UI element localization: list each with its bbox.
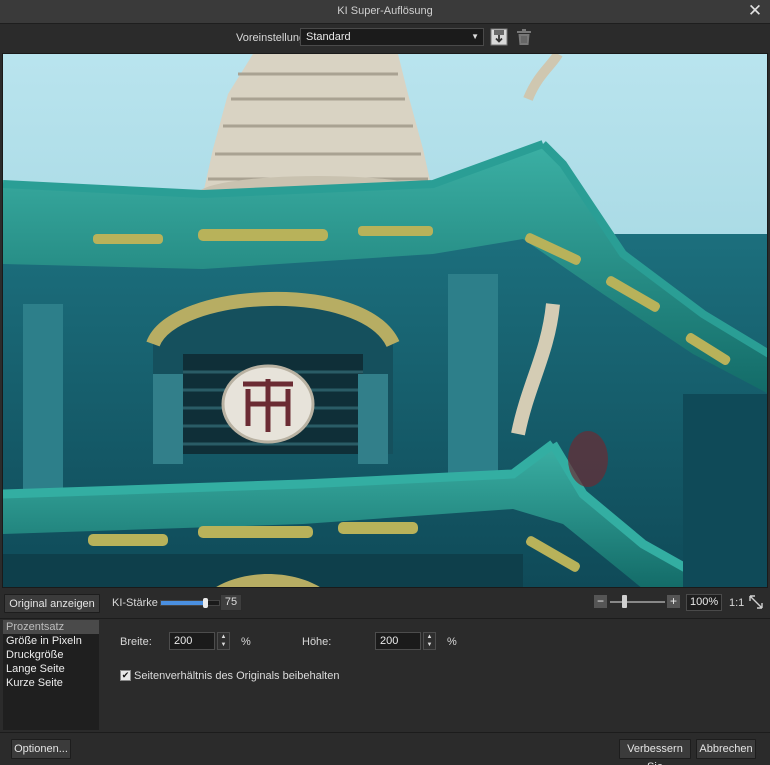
height-input[interactable]: 200 bbox=[375, 632, 421, 650]
height-label: Höhe: bbox=[302, 636, 332, 648]
ratio-one-to-one-button[interactable]: 1:1 bbox=[729, 597, 744, 609]
ki-strength-slider[interactable] bbox=[160, 598, 220, 608]
list-item-short-side[interactable]: Kurze Seite bbox=[3, 676, 99, 690]
width-label: Breite: bbox=[120, 636, 152, 648]
zoom-slider[interactable] bbox=[610, 601, 665, 603]
list-item-pixel-size[interactable]: Größe in Pixeln bbox=[3, 634, 99, 648]
footer-bar: Optionen... Verbessern Sie Abbrechen bbox=[0, 732, 770, 765]
trash-icon[interactable] bbox=[514, 27, 534, 47]
chevron-down-icon[interactable]: ▼ bbox=[218, 641, 229, 649]
fit-to-window-icon[interactable] bbox=[749, 595, 763, 609]
chevron-up-icon[interactable]: ▲ bbox=[218, 633, 229, 641]
height-unit: % bbox=[447, 636, 457, 648]
preset-bar: Voreinstellung Standard ▼ bbox=[0, 24, 770, 52]
ki-strength-fill bbox=[161, 601, 205, 605]
height-stepper[interactable]: ▲ ▼ bbox=[423, 632, 436, 650]
preset-select[interactable]: Standard ▼ bbox=[300, 28, 484, 46]
preset-label: Voreinstellung bbox=[236, 32, 306, 44]
chevron-down-icon[interactable]: ▼ bbox=[424, 641, 435, 649]
zoom-out-icon[interactable]: − bbox=[594, 595, 607, 608]
cancel-button[interactable]: Abbrechen bbox=[696, 739, 756, 759]
list-item-print-size[interactable]: Druckgröße bbox=[3, 648, 99, 662]
options-button[interactable]: Optionen... bbox=[11, 739, 71, 759]
keep-ratio-label[interactable]: Seitenverhältnis des Originals beibehalt… bbox=[134, 670, 339, 682]
enhance-button[interactable]: Verbessern Sie bbox=[619, 739, 691, 765]
ki-strength-label: KI-Stärke bbox=[112, 597, 158, 609]
resize-mode-list: Prozentsatz Größe in Pixeln Druckgröße L… bbox=[3, 620, 99, 730]
close-icon[interactable]: ✕ bbox=[746, 2, 764, 20]
zoom-input[interactable]: 100% bbox=[686, 594, 722, 611]
ki-strength-handle[interactable] bbox=[202, 598, 208, 608]
ki-strength-value[interactable]: 75 bbox=[220, 594, 242, 611]
chevron-up-icon[interactable]: ▲ bbox=[424, 633, 435, 641]
preset-select-value: Standard bbox=[306, 31, 351, 43]
window-title: KI Super-Auflösung bbox=[337, 5, 433, 17]
list-item-long-side[interactable]: Lange Seite bbox=[3, 662, 99, 676]
width-input[interactable]: 200 bbox=[169, 632, 215, 650]
title-bar: KI Super-Auflösung ✕ bbox=[0, 0, 770, 24]
control-bar: Original anzeigen KI-Stärke 75 − + 100% … bbox=[0, 590, 770, 618]
width-stepper[interactable]: ▲ ▼ bbox=[217, 632, 230, 650]
divider bbox=[0, 618, 770, 619]
chevron-down-icon: ▼ bbox=[471, 32, 479, 41]
width-unit: % bbox=[241, 636, 251, 648]
preview-image[interactable] bbox=[2, 53, 768, 588]
pagoda-photo bbox=[3, 54, 767, 587]
zoom-slider-handle[interactable] bbox=[622, 595, 627, 608]
save-preset-icon[interactable] bbox=[489, 27, 509, 47]
list-item-percentage[interactable]: Prozentsatz bbox=[3, 620, 99, 634]
zoom-in-icon[interactable]: + bbox=[667, 595, 680, 608]
keep-ratio-checkbox[interactable]: ✔ bbox=[120, 670, 131, 681]
show-original-button[interactable]: Original anzeigen bbox=[4, 594, 100, 613]
